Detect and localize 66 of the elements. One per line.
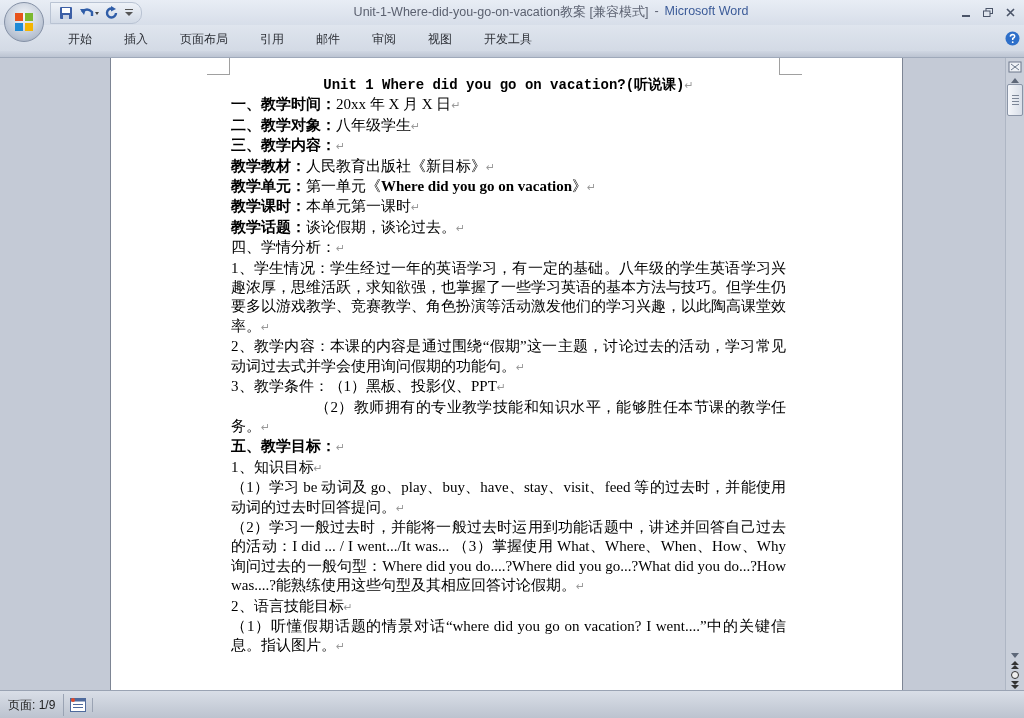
- paragraph-mark: ↵: [343, 600, 353, 614]
- document-paragraph: 四、学情分析：↵: [231, 238, 347, 258]
- ribbon-tab[interactable]: 审阅: [356, 27, 412, 49]
- ribbon-tab[interactable]: 引用: [244, 27, 300, 49]
- document-paragraph: 2、教学内容：本课的内容是通过围绕“假期”这一主题，讨论过去的活动，学习常见动词过去式并学会使用询问假期的功能句。↵: [231, 337, 786, 376]
- window-title: Unit-1-Where-did-you-go-on-vacation教案 [兼容模式]: [353, 4, 649, 21]
- paragraph-mark: ↵: [336, 640, 346, 654]
- paragraph-mark: ↵: [496, 381, 507, 395]
- paragraph-mark: ↵: [684, 79, 694, 92]
- document-paragraph: 2、语言技能目标↵: [231, 596, 354, 616]
- document-paragraph: 3、教学条件：（1）黑板、投影仪、PPT↵: [231, 377, 508, 397]
- document-paragraph: 教学话题：谈论假期，谈论过去。↵: [231, 217, 467, 237]
- app-name: Microsoft Word: [664, 4, 749, 20]
- ribbon-tab[interactable]: 开始: [52, 27, 108, 49]
- document-paragraph: 教学教材：人民教育出版社《新目标》↵: [231, 156, 497, 176]
- ribbon-tab[interactable]: 页面布局: [164, 27, 244, 49]
- layout-icon[interactable]: [70, 697, 87, 712]
- document-paragraph: 1、学生情况：学生经过一年的英语学习，有一定的基础。八年级的学生英语学习兴趣浓厚，思维活跃，求知欲强，也掌握了一些学习英语的基本方法与技巧。但学生仍要多以游戏教学、竞赛教学、角色扮演等活动激发他们的学习兴趣，以此陶高课堂效率。↵: [231, 258, 786, 336]
- paragraph-mark: ↵: [336, 242, 346, 256]
- close-icon[interactable]: [1005, 8, 1015, 17]
- paragraph-mark: ↵: [411, 119, 421, 133]
- paragraph-mark: ↵: [396, 501, 406, 515]
- document-paragraph: 一、教学时间：20xx 年 X 月 X 日↵: [231, 95, 462, 115]
- restore-icon[interactable]: [983, 8, 993, 17]
- browse-object-icon[interactable]: [1010, 670, 1020, 680]
- section-heading: 三、教学内容：↵: [231, 136, 347, 156]
- ribbon-tab[interactable]: 开发工具: [468, 27, 548, 49]
- document-paragraph: （1）学习 be 动词及 go、play、buy、have、stay、visit、feed 等的过去时，并能使用动词的过去时回答提问。↵: [231, 478, 786, 517]
- crop-mark: [779, 58, 802, 75]
- document-paragraph: 教学课时：本单元第一课时↵: [231, 197, 422, 217]
- paragraph-mark: ↵: [576, 580, 586, 594]
- paragraph-mark: ↵: [411, 201, 421, 215]
- customize-caret-icon[interactable]: [125, 7, 133, 18]
- page-count[interactable]: 页面: 1/9: [0, 693, 65, 716]
- save-icon[interactable]: [59, 5, 73, 20]
- redo-icon[interactable]: [105, 5, 119, 20]
- scroll-down-icon[interactable]: [1010, 652, 1020, 660]
- ribbon-tab[interactable]: 插入: [108, 27, 164, 49]
- crop-mark: [207, 58, 230, 75]
- title-separator: -: [654, 4, 659, 20]
- ribbon-tab[interactable]: 视图: [412, 27, 468, 49]
- document-paragraph: 1、知识目标↵: [231, 457, 324, 477]
- previous-page-icon[interactable]: [1010, 660, 1020, 670]
- paragraph-mark: ↵: [261, 320, 271, 334]
- ribbon-tab[interactable]: 邮件: [300, 27, 356, 49]
- paragraph-mark: ↵: [336, 441, 346, 455]
- document-paragraph: （2）教师拥有的专业教学技能和知识水平，能够胜任本节课的教学任务。↵: [231, 397, 786, 436]
- paragraph-mark: ↵: [516, 360, 526, 374]
- document-paragraph: 教学单元：第一单元《Where did you go on vacation》↵: [231, 177, 598, 197]
- document-title: Unit 1 Where did you go on vacation?(听说课)↵: [322, 76, 695, 95]
- help-icon[interactable]: [1005, 30, 1020, 46]
- paragraph-mark: ↵: [456, 221, 466, 235]
- document-paragraph: （1）听懂假期话题的情景对话“where did you go on vacation? I went....”中的关键信息。指认图片。↵: [231, 616, 786, 656]
- paragraph-mark: ↵: [313, 461, 323, 475]
- paragraph-mark: ↵: [336, 140, 346, 154]
- ruler-toggle-icon[interactable]: [1008, 60, 1022, 74]
- paragraph-mark: ↵: [486, 160, 496, 174]
- section-heading: 五、教学目标：↵: [231, 437, 347, 457]
- paragraph-mark: ↵: [451, 99, 461, 113]
- scrollbar-thumb[interactable]: [1007, 84, 1023, 116]
- office-button[interactable]: [4, 2, 44, 42]
- paragraph-mark: ↵: [261, 420, 271, 434]
- document-paragraph: （2）学习一般过去时，并能将一般过去时运用到功能话题中，讲述并回答自己过去的活动：I did ... / I went.../It was... （3）掌握使用 What、Where、When、How、Why 询问过去的一般句型：Where did you do....?Where did you go...?What did you do...?How was....?能熟练使用这些句型及其相应回答讨论假期。↵: [231, 517, 786, 596]
- paragraph-mark: ↵: [587, 181, 597, 195]
- office-logo-icon: [13, 11, 35, 33]
- document-paragraph: 二、教学对象：八年级学生↵: [231, 115, 422, 135]
